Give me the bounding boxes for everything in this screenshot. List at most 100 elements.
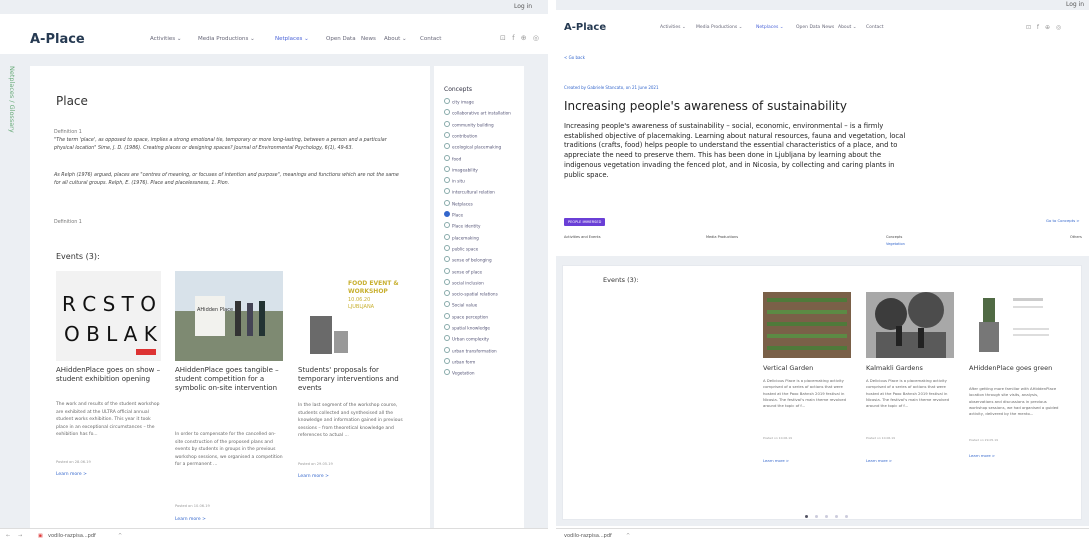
concept-item[interactable]: public space [444,245,478,251]
meta-media: Media Productions [706,235,739,239]
event-title[interactable]: Vertical Garden [763,364,813,373]
event-date: Posted on 28.06.19 [56,460,91,464]
event-description: In the last segment of the workshop cour… [298,403,403,438]
nav-item-contact[interactable]: Contact [420,36,441,42]
concept-item[interactable]: social inclusion [444,279,484,285]
definition-text-2: As Relph (1976) argued, places are "cent… [54,173,399,186]
social-icons[interactable]: ⊡ f ⊕ ◎ [500,34,541,42]
concept-item[interactable]: spatial knowledge [444,324,490,331]
concept-item[interactable]: urban transformation [444,347,497,353]
event-image[interactable] [763,292,851,358]
learn-more-link[interactable]: Learn more > [56,472,87,477]
main-nav: A-Place Activities ⌄ Media Productions ⌄… [0,14,548,54]
site-logo[interactable]: A-Place [564,22,606,33]
concept-item[interactable]: sense of place [444,268,482,274]
events-title: Events (3): [603,276,639,284]
nav-item-about[interactable]: About ⌄ [838,25,857,30]
event-image-graphic: AHidden Place [175,271,283,361]
forward-icon[interactable]: → [18,533,22,539]
event-image-logo [136,349,156,355]
top-bar: Log in [0,0,548,14]
concept-item[interactable]: Netplaces [444,200,473,206]
event-title[interactable]: AHiddenPlace goes tangible – student com… [175,366,287,393]
nav-item-netplaces[interactable]: Netplaces ⌄ [275,36,309,42]
concept-item[interactable]: intercultural relation [444,188,495,195]
concept-item[interactable]: space perception [444,313,488,319]
concept-item[interactable]: Place identity [444,222,480,229]
event-title[interactable]: AHiddenPlace goes green [969,364,1061,372]
event-title[interactable]: AHiddenPlace goes on show – student exhi… [56,366,164,384]
chevron-up-icon[interactable]: ^ [118,533,122,539]
go-back-link[interactable]: < Go back [564,54,585,62]
glossary-tab[interactable]: Netplaces / Glossary [2,66,18,186]
event-image[interactable]: R C S T O O B L A K [56,271,161,361]
concept-item[interactable]: Social value [444,301,477,308]
glossary-label: Netplaces / Glossary [8,66,16,133]
concept-item[interactable]: collaborative art installation [444,109,511,116]
concept-item[interactable]: ecological placemaking [444,143,501,150]
concept-item[interactable]: community building [444,121,494,127]
login-link[interactable]: Log in [1066,1,1084,8]
meta-concept-link[interactable]: Vegetation [886,240,905,248]
back-icon[interactable]: ← [6,533,10,539]
download-file[interactable]: vodilo-razpisa...pdf [564,533,612,539]
event-description: A Delicious Place is a placemaking activ… [763,378,846,409]
event-description: A Delicious Place is a placemaking activ… [866,378,949,409]
concept-item[interactable]: Urban complexity [444,335,489,342]
nav-item-about[interactable]: About ⌄ [384,36,407,42]
concept-item[interactable]: in situ [444,177,465,184]
concept-item[interactable]: placemaking [444,234,479,240]
event-image-graphic: FOOD EVENT & WORKSHOP 10.06.20 LJUBLJANA [310,280,399,354]
nav-item-activities[interactable]: Activities ⌄ [150,36,181,42]
definition-footer[interactable]: Definition 1 [54,219,82,227]
event-image-text: FOOD EVENT & [348,280,399,287]
concept-item[interactable]: contribution [444,132,477,138]
learn-more-link[interactable]: Learn more > [175,517,206,522]
carousel-dot[interactable] [825,515,829,518]
learn-more-link[interactable]: Learn more > [969,453,995,458]
concept-item[interactable]: urban form [444,358,475,364]
carousel-dot[interactable] [805,515,808,518]
login-link[interactable]: Log in [514,3,532,10]
page-title: Place [56,94,88,108]
carousel-dot[interactable] [835,515,839,518]
event-date: Posted on 10.06.19 [763,436,793,440]
download-bar: vodilo-razpisa...pdf ^ [556,528,1089,548]
nav-item-opendata[interactable]: Open Data [796,25,820,30]
event-image[interactable] [969,292,1057,358]
event-image[interactable]: AHidden Place [175,271,283,361]
event-image-text: R C S T O [62,292,156,316]
nav-item-netplaces[interactable]: Netplaces ⌄ [756,25,784,30]
nav-item-opendata[interactable]: Open Data [326,36,356,42]
go-to-concepts-link[interactable]: Go to Concepts > [1046,218,1080,223]
event-title[interactable]: Students' proposals for temporary interv… [298,366,410,393]
nav-item-contact[interactable]: Contact [866,25,884,30]
site-logo[interactable]: A-Place [30,32,85,47]
concept-item[interactable]: food [444,155,461,161]
nav-item-media[interactable]: Media Productions ⌄ [696,25,742,30]
concept-item[interactable]: socio-spatial relations [444,290,498,297]
download-file[interactable]: vodilo-razpisa...pdf [48,533,96,539]
learn-more-link[interactable]: Learn more > [298,474,329,479]
social-icons[interactable]: ⊡ f ⊕ ◎ [1026,24,1063,31]
event-title[interactable]: Kalmakli Gardens [866,364,923,373]
nav-item-activities[interactable]: Activities ⌄ [660,25,686,30]
event-image[interactable]: FOOD EVENT & WORKSHOP 10.06.20 LJUBLJANA [298,271,406,361]
carousel-dot[interactable] [845,515,849,518]
nav-item-news[interactable]: News [822,25,834,30]
concept-item[interactable]: sense of belonging [444,256,492,263]
learn-more-link[interactable]: Learn more > [866,458,892,463]
nav-item-media[interactable]: Media Productions ⌄ [198,36,255,42]
concept-item[interactable]: imageability [444,166,478,172]
concept-item[interactable]: city image [444,98,474,105]
definition-text: "The term 'place', as opposed to space, … [54,138,387,151]
nav-item-news[interactable]: News [361,36,376,42]
concept-item[interactable]: Place [444,211,463,218]
chevron-up-icon[interactable]: ^ [626,533,630,539]
carousel-dot[interactable] [815,515,819,518]
event-image[interactable] [866,292,954,358]
download-bar: ← → ▣ vodilo-razpisa...pdf ^ [0,528,548,548]
tag-badge[interactable]: PEOPLE IMMERSED [564,218,606,226]
concept-item[interactable]: Vegetation [444,369,475,376]
learn-more-link[interactable]: Learn more > [763,458,789,463]
